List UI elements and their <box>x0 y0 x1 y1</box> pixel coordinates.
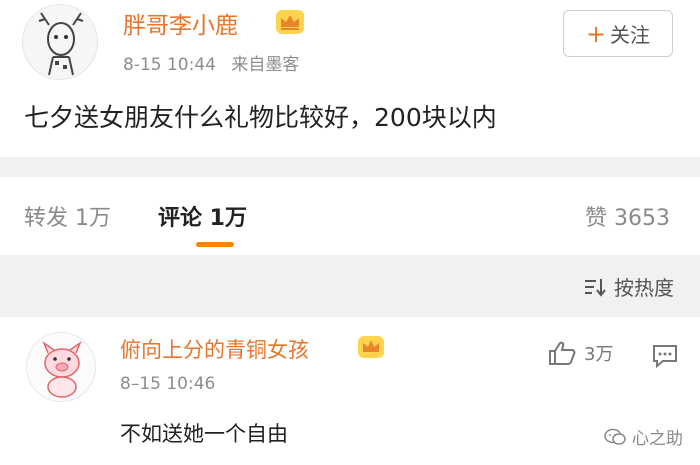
author-username[interactable]: 胖哥李小鹿 <box>123 6 238 40</box>
commenter-username[interactable]: 俯向上分的青铜女孩 <box>120 334 309 364</box>
commenter-avatar[interactable] <box>26 332 96 402</box>
comment-like-button[interactable]: 3万 <box>548 340 613 366</box>
watermark: 心之助 <box>604 424 683 449</box>
post-text: 七夕送女朋友什么礼物比较好，200块以内 <box>24 103 497 132</box>
active-tab-indicator <box>196 242 234 247</box>
tab-like[interactable]: 赞 3653 <box>585 200 670 232</box>
post-time: 8-15 10:44 <box>123 55 216 75</box>
tab-repost[interactable]: 转发 1万 <box>24 200 111 232</box>
tab-comment[interactable]: 评论 1万 <box>158 200 247 232</box>
sort-label: 按热度 <box>614 276 674 300</box>
thumbs-up-icon <box>549 341 576 365</box>
follow-label: 关注 <box>610 23 651 47</box>
author-avatar[interactable] <box>22 4 98 80</box>
divider-band <box>0 157 700 177</box>
reply-icon[interactable] <box>652 344 678 372</box>
crown-icon <box>358 336 384 358</box>
sort-by-heat-button[interactable]: 按热度 <box>584 272 674 301</box>
watermark-label: 心之助 <box>632 429 683 449</box>
sort-icon <box>585 278 606 297</box>
comment-like-count: 3万 <box>584 344 614 365</box>
comment-time: 8–15 10:46 <box>120 374 216 394</box>
follow-button[interactable]: + 关注 <box>563 10 673 57</box>
post-source: 来自墨客 <box>231 55 300 75</box>
wechat-icon <box>604 428 626 445</box>
comment-text: 不如送她一个自由 <box>120 422 288 446</box>
plus-icon: + <box>585 19 607 48</box>
post-meta: 8-15 10:44 来自墨客 <box>123 50 299 75</box>
crown-icon <box>276 10 304 34</box>
